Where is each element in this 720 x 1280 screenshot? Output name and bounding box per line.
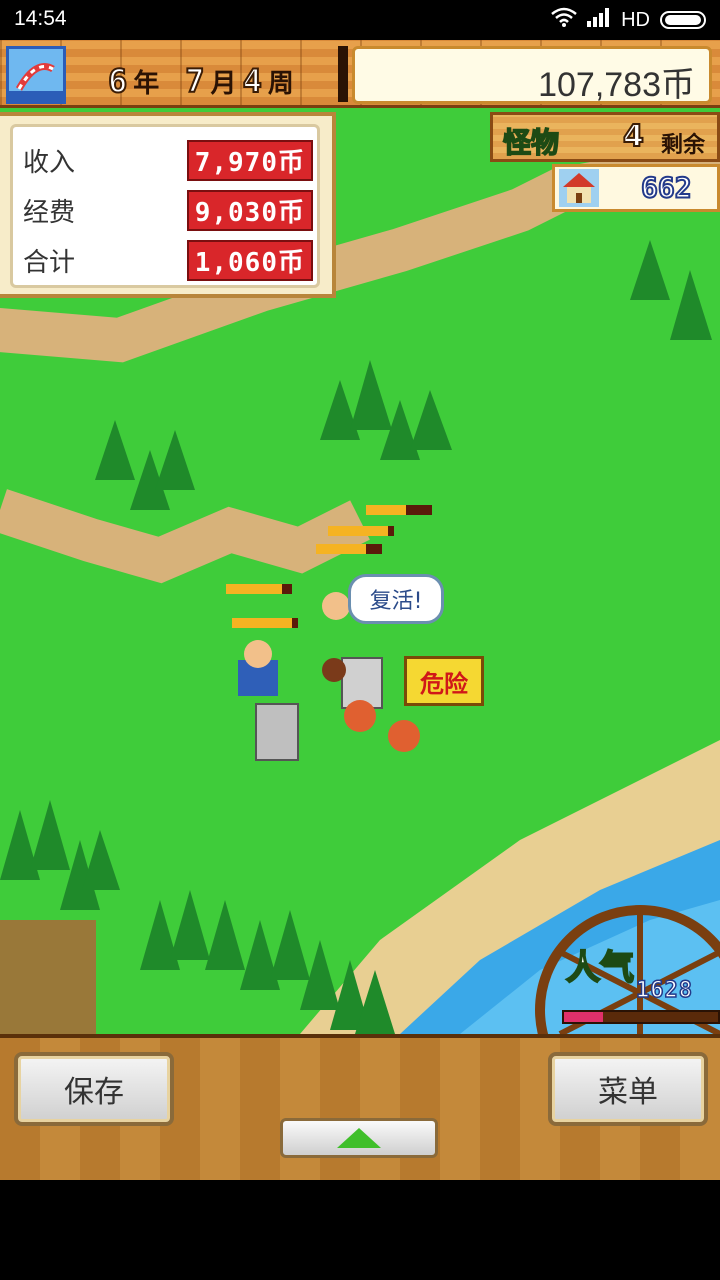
expense-value: 9,030币 [186,189,313,231]
clock: 14:54 [14,7,67,30]
month-unit: 月 [210,69,237,99]
divider [338,46,348,102]
total-label: 合计 [23,247,76,278]
week-unit: 周 [267,69,294,99]
monster-label: 怪物 [502,125,560,160]
popularity-label: 人气 [565,947,635,989]
income-label: 收入 [23,147,76,178]
save-button[interactable]: 保存 [14,1052,174,1126]
status-bar: 14:54 HD [0,0,720,40]
finance-panel[interactable]: 收入 7,970币 经费 9,030币 合计 1,060币 [0,112,336,298]
flag-icon[interactable] [6,46,66,104]
popularity-value: 1628 [635,977,693,1004]
expand-up-button[interactable] [280,1118,438,1158]
wifi-icon [551,7,577,33]
total-row: 合计 1,060币 [23,235,313,285]
monster-count: 4 [622,118,645,155]
network-label: HD [621,8,650,31]
money-panel: 107,783币 [352,46,712,104]
month-number: 7 [184,61,205,101]
popularity-bar [562,1010,720,1024]
expense-row: 经费 9,030币 [23,185,313,235]
income-row: 收入 7,970币 [23,135,313,185]
arrow-up-icon [337,1128,381,1148]
year-number: 6 [107,61,128,101]
menu-button[interactable]: 菜单 [548,1052,708,1126]
year-unit: 年 [133,69,160,99]
week-number: 4 [242,61,263,101]
monster-counter[interactable]: 怪物 4 剩余 [490,112,720,162]
battery-icon [660,11,706,29]
speech-bubble: 复活! [348,574,444,624]
town-count: 662 [640,170,693,205]
town-counter[interactable]: 662 [552,164,720,212]
expense-label: 经费 [23,197,76,228]
house-icon [559,169,599,207]
danger-sign: 危险 [404,656,484,706]
signal-icon [587,7,611,33]
finance-inner: 收入 7,970币 经费 9,030币 合计 1,060币 [10,124,320,288]
total-value: 1,060币 [186,239,313,281]
money-amount: 107,783币 [538,66,695,104]
status-icons: HD [551,7,706,33]
monster-unit: 剩余 [661,133,706,158]
date-display: 6 年 7 月 4 周 [107,61,294,101]
income-value: 7,970币 [186,139,313,181]
popularity-bar-fill [564,1012,603,1022]
